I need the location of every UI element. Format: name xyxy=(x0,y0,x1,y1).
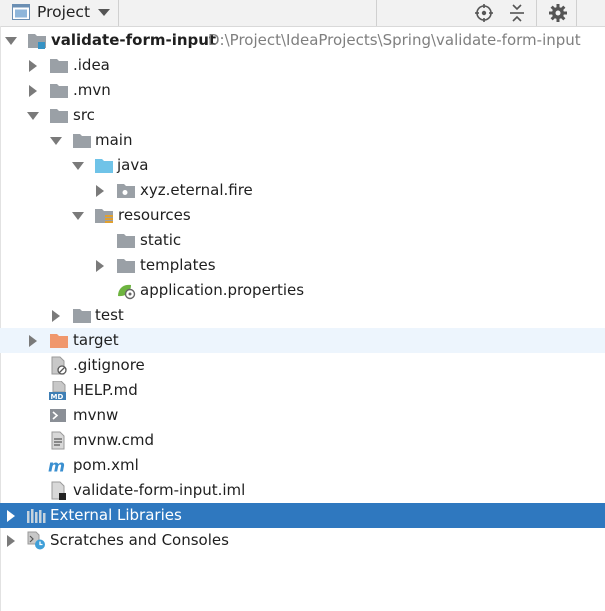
settings-button[interactable] xyxy=(542,0,574,26)
tree-item-iml[interactable]: validate-form-input.iml xyxy=(0,478,605,503)
tree-item-java[interactable]: java xyxy=(0,153,605,178)
chevron-right-icon[interactable] xyxy=(5,510,17,522)
folder-icon xyxy=(50,84,68,98)
source-folder-icon xyxy=(95,159,113,173)
chevron-right-icon[interactable] xyxy=(27,60,39,72)
chevron-down-icon[interactable] xyxy=(72,210,84,222)
tree-item-label: .gitignore xyxy=(73,356,145,374)
module-folder-icon xyxy=(28,34,46,49)
tree-item-label: mvnw.cmd xyxy=(73,431,155,449)
tree-item-src[interactable]: src xyxy=(0,103,605,128)
header-divider xyxy=(536,0,537,26)
chevron-down-icon[interactable] xyxy=(27,110,39,122)
tree-item-label: application.properties xyxy=(140,281,305,299)
chevron-right-icon[interactable] xyxy=(94,260,106,272)
tree-item-label: HELP.md xyxy=(73,381,138,399)
svg-text:m: m xyxy=(48,456,65,475)
tree-item-label: Scratches and Consoles xyxy=(50,531,229,549)
chevron-down-icon[interactable] xyxy=(72,160,84,172)
project-view-dropdown[interactable]: Project xyxy=(0,0,118,26)
package-icon xyxy=(117,184,135,198)
module-file-icon xyxy=(51,481,66,500)
tree-item-test[interactable]: test xyxy=(0,303,605,328)
tree-item-label: External Libraries xyxy=(50,506,182,524)
tree-item-pom-xml[interactable]: m pom.xml xyxy=(0,453,605,478)
tree-item-package[interactable]: xyz.eternal.fire xyxy=(0,178,605,203)
spring-config-icon xyxy=(118,284,136,300)
folder-icon xyxy=(117,259,135,273)
tree-item-label: main xyxy=(95,131,133,149)
tree-item-project-root[interactable]: validate-form-input D:\Project\IdeaProje… xyxy=(0,28,605,53)
tree-item-label: pom.xml xyxy=(73,456,139,474)
tree-item-label: java xyxy=(117,156,149,174)
collapse-all-icon xyxy=(510,4,524,22)
markdown-file-icon: MD xyxy=(49,381,66,400)
tree-item-application-properties[interactable]: application.properties xyxy=(0,278,605,303)
tree-item-idea[interactable]: .idea xyxy=(0,53,605,78)
chevron-down-icon[interactable] xyxy=(5,35,17,47)
project-window-icon xyxy=(12,4,30,20)
chevron-down-icon xyxy=(98,9,110,16)
excluded-folder-icon xyxy=(50,334,68,348)
text-file-icon xyxy=(51,431,65,450)
header-divider xyxy=(376,0,377,26)
tree-item-static[interactable]: static xyxy=(0,228,605,253)
chevron-down-icon[interactable] xyxy=(50,135,62,147)
chevron-right-icon[interactable] xyxy=(27,335,39,347)
locate-icon xyxy=(475,4,493,22)
tool-window-header: Project xyxy=(0,0,605,27)
tree-item-label: templates xyxy=(140,256,216,274)
collapse-all-button[interactable] xyxy=(501,0,533,26)
tool-window-title: Project xyxy=(37,3,91,21)
resources-folder-icon xyxy=(95,209,113,223)
svg-text:MD: MD xyxy=(51,393,64,400)
folder-icon xyxy=(50,109,68,123)
scratches-icon xyxy=(27,531,45,550)
tree-item-mvn[interactable]: .mvn xyxy=(0,78,605,103)
folder-icon xyxy=(117,234,135,248)
locate-file-button[interactable] xyxy=(468,0,500,26)
tree-item-label: src xyxy=(73,106,95,124)
header-divider xyxy=(118,0,119,26)
ignore-file-icon xyxy=(51,356,67,375)
tree-item-gitignore[interactable]: .gitignore xyxy=(0,353,605,378)
tree-item-mvnw-cmd[interactable]: mvnw.cmd xyxy=(0,428,605,453)
tree-item-external-libraries[interactable]: External Libraries xyxy=(0,503,605,528)
tree-item-help-md[interactable]: MD HELP.md xyxy=(0,378,605,403)
chevron-right-icon[interactable] xyxy=(27,85,39,97)
header-divider xyxy=(576,0,577,26)
folder-icon xyxy=(50,59,68,73)
library-icon xyxy=(27,509,46,523)
folder-icon xyxy=(73,134,91,148)
tree-item-label: mvnw xyxy=(73,406,119,424)
chevron-right-icon[interactable] xyxy=(94,185,106,197)
tree-item-label: target xyxy=(73,331,119,349)
tree-item-templates[interactable]: templates xyxy=(0,253,605,278)
maven-icon: m xyxy=(48,456,65,475)
tree-item-main[interactable]: main xyxy=(0,128,605,153)
tree-item-label: validate-form-input.iml xyxy=(73,481,246,499)
chevron-right-icon[interactable] xyxy=(5,535,17,547)
shell-script-icon xyxy=(50,409,66,422)
tree-item-mvnw[interactable]: mvnw xyxy=(0,403,605,428)
tree-item-label: .idea xyxy=(73,56,110,74)
tree-item-label: xyz.eternal.fire xyxy=(140,181,253,199)
settings-icon xyxy=(549,4,567,22)
chevron-right-icon[interactable] xyxy=(50,310,62,322)
tree-item-scratches[interactable]: Scratches and Consoles xyxy=(0,528,605,553)
tree-item-label: static xyxy=(140,231,182,249)
tree-item-label: resources xyxy=(118,206,191,224)
tree-item-label: .mvn xyxy=(73,81,111,99)
tree-item-label: test xyxy=(95,306,124,324)
project-name: validate-form-input xyxy=(51,31,217,49)
folder-icon xyxy=(73,309,91,323)
tree-item-target[interactable]: target xyxy=(0,328,605,353)
tree-item-resources[interactable]: resources xyxy=(0,203,605,228)
project-path: D:\Project\IdeaProjects\Spring\validate-… xyxy=(208,31,581,49)
